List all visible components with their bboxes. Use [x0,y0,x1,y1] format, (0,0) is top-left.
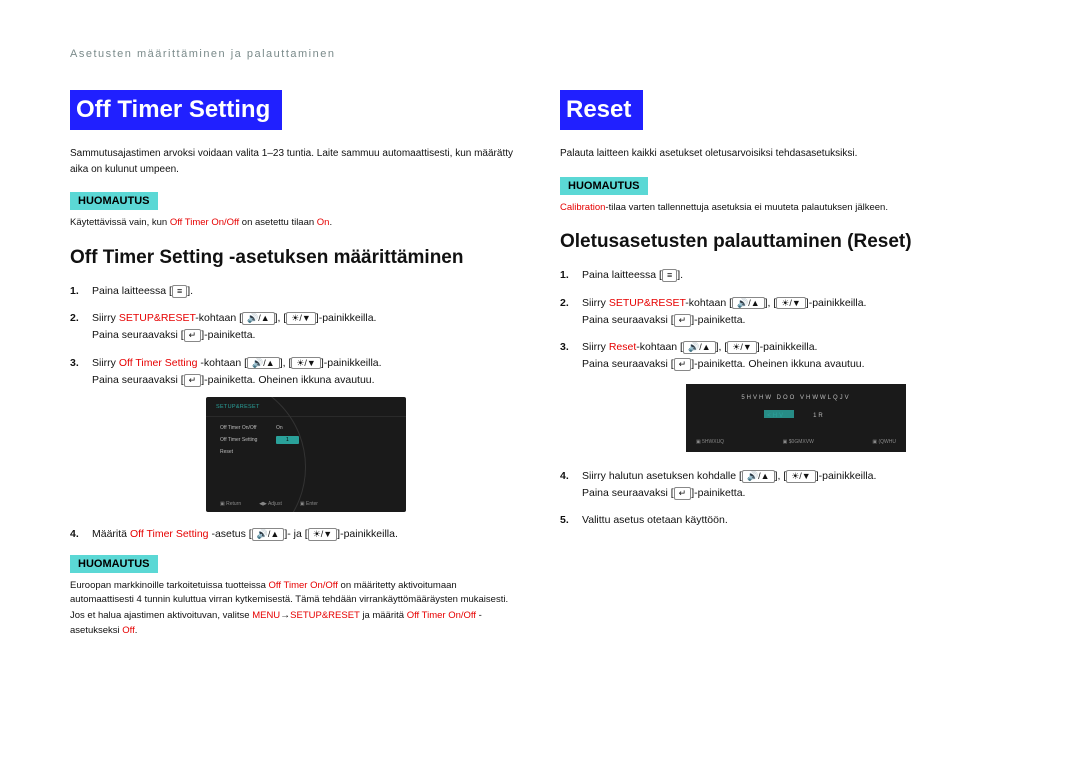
off-timer-intro: Sammutusajastimen arvoksi voidaan valita… [70,146,520,177]
off-timer-steps: Paina laitteessa [≡]. Siirry SETUP&RESET… [70,283,520,544]
menu-icon: ≡ [662,269,677,282]
reset-steps: Paina laitteessa [≡]. Siirry SETUP&RESET… [560,267,1010,530]
step-2: Siirry SETUP&RESET-kohtaan [🔊/▲], [☀/▼]-… [560,295,1010,330]
bright-down-icon: ☀/▼ [291,357,320,370]
notice-label: HUOMAUTUS [70,192,158,210]
two-column-layout: Off Timer Setting Sammutusajastimen arvo… [70,90,1010,652]
enter-icon: ↵ [674,487,692,500]
step-1: Paina laitteessa [≡]. [560,267,1010,284]
section-title-reset: Reset [560,90,643,130]
off-timer-notice-1: Käytettävissä vain, kun Off Timer On/Off… [70,216,520,231]
vol-up-icon: 🔊/▲ [252,528,285,541]
step-2: Siirry SETUP&RESET-kohtaan [🔊/▲], [☀/▼]-… [70,310,520,345]
enter-icon: ↵ [674,314,692,327]
enter-icon: ↵ [184,374,202,387]
vol-up-icon: 🔊/▲ [732,297,765,310]
step-4: Määritä Off Timer Setting -asetus [🔊/▲]-… [70,526,520,543]
bright-down-icon: ☀/▼ [727,341,756,354]
vol-up-icon: 🔊/▲ [683,341,716,354]
step-1: Paina laitteessa [≡]. [70,283,520,300]
vol-up-icon: 🔊/▲ [242,312,275,325]
step-3: Siirry Off Timer Setting -kohtaan [🔊/▲],… [70,355,520,513]
bright-down-icon: ☀/▼ [776,297,805,310]
bright-down-icon: ☀/▼ [286,312,315,325]
reset-notice-1: Calibration-tilaa varten tallennettuja a… [560,201,1010,216]
column-left: Off Timer Setting Sammutusajastimen arvo… [70,90,520,652]
menu-icon: ≡ [172,285,187,298]
enter-icon: ↵ [674,358,692,371]
column-right: Reset Palauta laitteen kaikki asetukset … [560,90,1010,652]
step-3: Siirry Reset-kohtaan [🔊/▲], [☀/▼]-painik… [560,339,1010,452]
osd-screenshot-offtimer: SETUP&RESET Off Timer On/OffOn Off Timer… [206,397,406,512]
section-title-off-timer: Off Timer Setting [70,90,282,130]
off-timer-subhead: Off Timer Setting -asetuksen määrittämin… [70,247,520,269]
bright-down-icon: ☀/▼ [308,528,337,541]
osd-screenshot-reset: 5HVHW DOO VHWWLQJV <HV1R 5HWXUQ $0GMXVW … [686,384,906,452]
notice-label: HUOMAUTUS [560,177,648,195]
page-header: Asetusten määrittäminen ja palauttaminen [70,48,1010,60]
reset-intro: Palauta laitteen kaikki asetukset oletus… [560,146,1010,162]
reset-subhead: Oletusasetusten palauttaminen (Reset) [560,231,1010,253]
arrow-right-icon: → [280,608,290,624]
step-5: Valittu asetus otetaan käyttöön. [560,512,1010,529]
vol-up-icon: 🔊/▲ [247,357,280,370]
step-4: Siirry halutun asetuksen kohdalle [🔊/▲],… [560,468,1010,503]
bright-down-icon: ☀/▼ [786,470,815,483]
notice-label: HUOMAUTUS [70,555,158,573]
off-timer-notice-2: Euroopan markkinoille tarkoitetuissa tuo… [70,579,520,639]
vol-up-icon: 🔊/▲ [742,470,775,483]
enter-icon: ↵ [184,329,202,342]
